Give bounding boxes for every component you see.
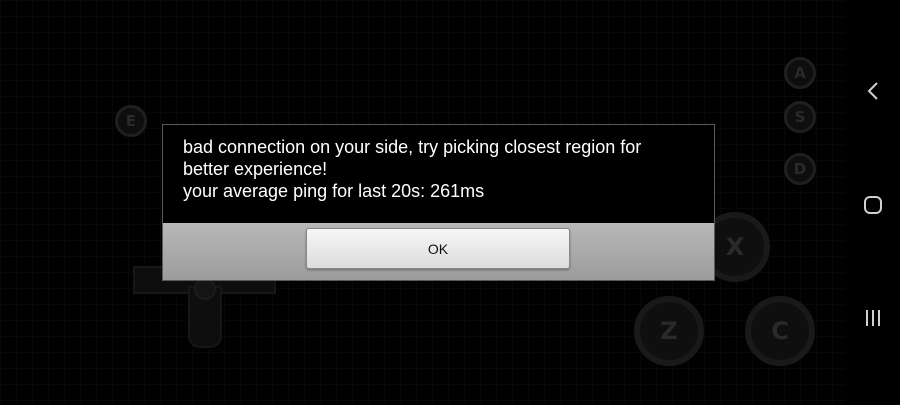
back-icon[interactable] [857,75,889,107]
d-button[interactable]: D [784,153,816,185]
s-button[interactable]: S [784,101,816,133]
recent-apps-icon[interactable] [857,302,889,334]
a-button[interactable]: A [784,57,816,89]
ok-button[interactable]: OK [306,228,570,269]
connection-warning-dialog: bad connection on your side, try picking… [162,124,715,281]
system-navigation-bar [845,0,900,405]
dialog-message: bad connection on your side, try picking… [163,125,714,223]
z-button[interactable]: Z [634,296,704,366]
dialog-button-bar: OK [163,223,714,280]
c-button[interactable]: C [745,296,815,366]
e-button[interactable]: E [115,105,147,137]
home-icon[interactable] [857,189,889,221]
dpad-center [194,278,216,300]
